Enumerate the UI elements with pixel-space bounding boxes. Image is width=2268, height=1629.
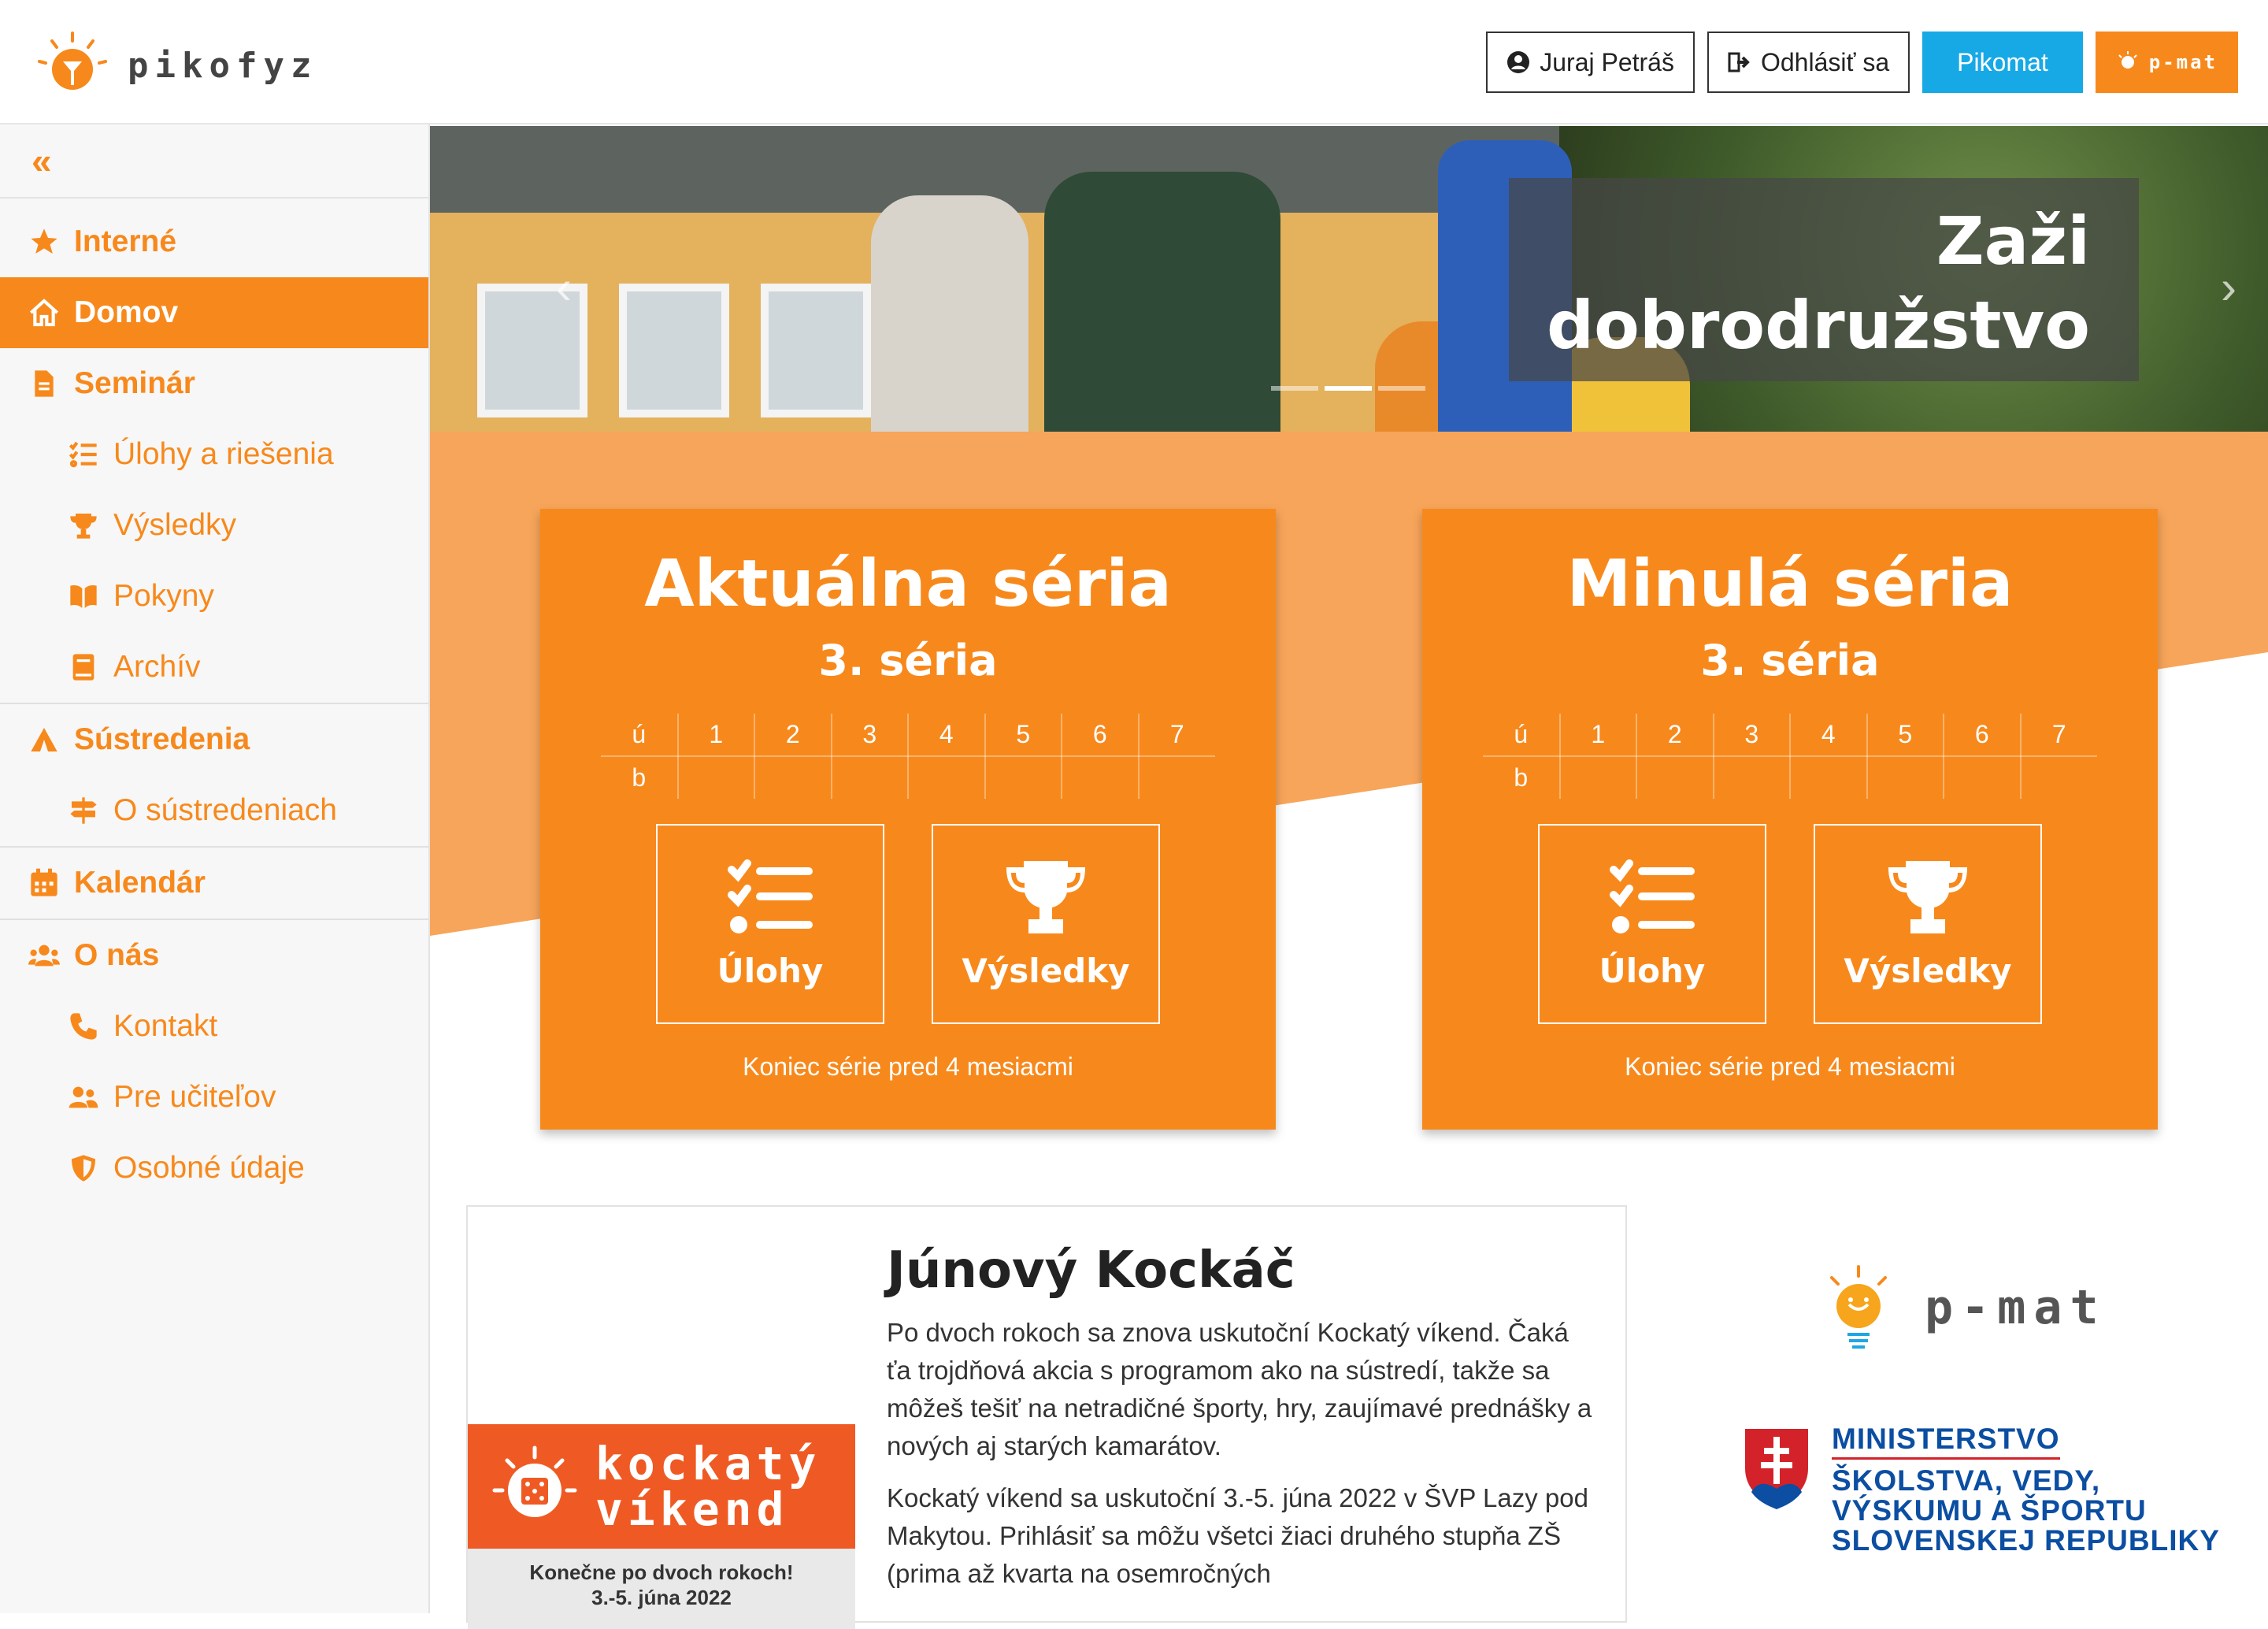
card-title: Aktuálna séria [644,547,1172,622]
lightbulb-logo-icon [38,32,107,90]
carousel-next-icon[interactable]: › [2221,260,2236,314]
previous-series-card: Minulá séria 3. séria ú123 4567 b Úlohy … [1422,509,2158,1130]
logout-button[interactable]: Odhlásiť sa [1707,32,1910,93]
sidebar-item-o-sustredeniach[interactable]: O sústredeniach [0,775,428,846]
carousel-indicators [1271,386,1425,391]
ministry-logo[interactable]: MINISTERSTVO ŠKOLSTVA, VEDY, VÝSKUMU A Š… [1740,1424,2220,1556]
user-friends-icon [65,1078,102,1116]
slovak-coat-of-arms-icon [1742,1426,1811,1512]
image-subtitle-1: Konečne po dvoch rokoch! [529,1560,794,1584]
hero-caption-line2: dobrodružstvo [1547,287,2090,364]
carousel-prev-icon[interactable]: ‹ [556,260,572,314]
tasks-icon [728,859,813,933]
pmat-label: p-mat [2148,51,2218,73]
carousel-dot[interactable] [1271,386,1318,391]
sidebar-item-vysledky[interactable]: Výsledky [0,490,428,561]
sidebar-item-domov[interactable]: Domov [0,277,428,348]
top-header: pikofyz Juraj Petráš Odhlásiť sa Pikomat… [0,0,2268,124]
tasks-tile-button[interactable]: Úlohy [1538,824,1766,1024]
sidebar-item-kontakt[interactable]: Kontakt [0,991,428,1062]
campground-icon [25,721,63,759]
calendar-icon [25,864,63,902]
tasks-icon [65,436,102,473]
sidebar-item-interne[interactable]: Interné [0,206,428,277]
tasks-icon [1610,859,1695,933]
signs-icon [65,792,102,829]
phone-icon [65,1007,102,1045]
hero-caption: Zaži dobrodružstvo [1509,178,2139,381]
news-article: kockatý víkend Konečne po dvoch rokoch! … [466,1205,1627,1629]
hero-carousel[interactable]: Zaži dobrodružstvo ‹ › [430,126,2268,432]
sign-out-icon [1728,52,1750,72]
logo-text: pikofyz [128,45,318,86]
file-icon [25,365,63,403]
ministry-line4: SLOVENSKEJ REPUBLIKY [1832,1524,2220,1557]
sidebar-item-kalendar[interactable]: Kalendár [0,848,428,918]
article-paragraph-2: Kockatý víkend sa uskutoční 3.-5. júna 2… [887,1483,1588,1588]
pikofyz-logo[interactable]: pikofyz [35,30,317,101]
pmat-logo-text: p-mat [1925,1280,2107,1335]
results-tile-button[interactable]: Výsledky [1814,824,2042,1024]
sidebar-item-sustredenia[interactable]: Sústredenia [0,704,428,775]
score-table: ú123 4567 b [1483,714,2097,799]
series-end-text: Koniec série pred 4 mesiacmi [743,1052,1073,1081]
shield-icon [65,1149,102,1187]
kockaty-vikend-image[interactable]: kockatý víkend Konečne po dvoch rokoch! … [468,1424,855,1629]
sidebar-item-seminar[interactable]: Seminár [0,348,428,419]
star-icon [25,223,63,261]
book-icon [65,648,102,686]
pikomat-button[interactable]: Pikomat [1922,32,2083,93]
sidebar-item-ulohy[interactable]: Úlohy a riešenia [0,419,428,490]
card-subtitle: 3. séria [818,636,998,685]
user-name: Juraj Petráš [1540,47,1674,76]
hero-caption-line1: Zaži [1936,202,2090,280]
ministry-line2: ŠKOLSTVA, VEDY, [1832,1464,2101,1497]
article-title[interactable]: Júnový Kockáč [887,1241,1595,1300]
trophy-icon [1006,860,1086,933]
home-icon [25,294,63,332]
series-end-text: Koniec série pred 4 mesiacmi [1625,1052,1955,1081]
users-icon [25,937,63,974]
sidebar-item-osobne-udaje[interactable]: Osobné údaje [0,1133,428,1204]
user-circle-icon [1507,51,1530,73]
sidebar-item-pokyny[interactable]: Pokyny [0,561,428,632]
chevrons-left-icon: « [32,140,52,181]
image-title-line1: kockatý [595,1437,821,1490]
score-table: ú123 4567 b [601,714,1215,799]
ministry-line3: VÝSKUMU A ŠPORTU [1832,1494,2147,1527]
current-series-card: Aktuálna séria 3. séria ú123 4567 b Úloh… [540,509,1276,1130]
pmat-bulb-icon [2118,51,2137,69]
carousel-dot[interactable] [1378,386,1425,391]
carousel-dot-active[interactable] [1325,386,1372,391]
image-title-line2: víkend [595,1482,789,1536]
image-subtitle-2: 3.-5. júna 2022 [591,1586,732,1609]
logout-label: Odhlásiť sa [1760,47,1890,76]
results-tile-button[interactable]: Výsledky [932,824,1160,1024]
card-subtitle: 3. séria [1700,636,1880,685]
pmat-sponsor-logo[interactable]: p-mat [1811,1260,2107,1355]
trophy-icon [65,507,102,544]
article-paragraph-1: Po dvoch rokoch sa znova uskutoční Kocka… [887,1318,1592,1460]
tasks-tile-button[interactable]: Úlohy [656,824,884,1024]
card-title: Minulá séria [1566,547,2014,622]
sidebar-item-pre-ucitelov[interactable]: Pre učiteľov [0,1062,428,1133]
pmat-button[interactable]: p-mat [2095,32,2238,93]
sidebar-item-o-nas[interactable]: O nás [0,920,428,991]
ministry-line1: MINISTERSTVO [1832,1424,2060,1460]
sidebar-item-archiv[interactable]: Archív [0,632,428,703]
pikomat-label: Pikomat [1957,47,2048,76]
book-open-icon [65,577,102,615]
user-profile-button[interactable]: Juraj Petráš [1486,32,1695,93]
sidebar: « Interné Domov Seminár Úlohy a riešenia… [0,124,430,1613]
sidebar-collapse-button[interactable]: « [0,124,428,199]
trophy-icon [1888,860,1968,933]
pmat-bulb-icon [1830,1265,1887,1349]
dice-sun-icon [492,1445,577,1517]
